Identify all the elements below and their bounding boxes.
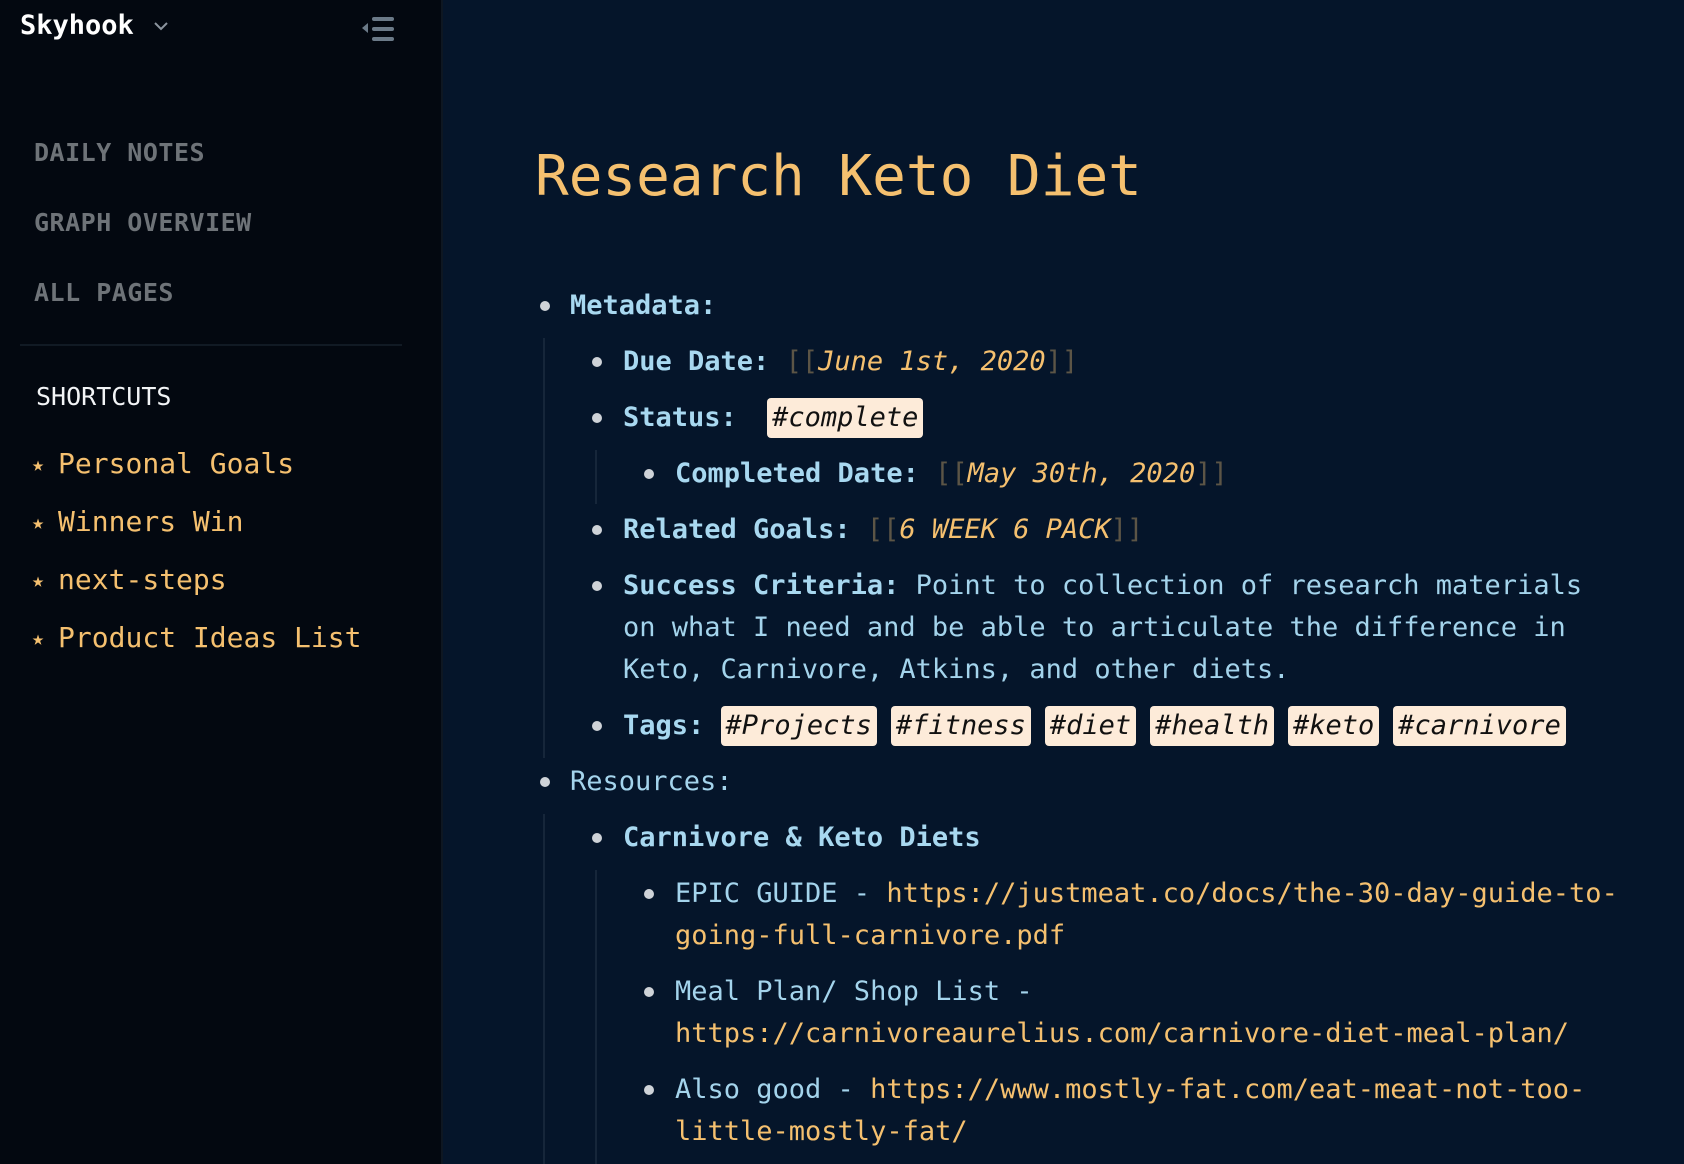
resource-text: EPIC GUIDE - bbox=[675, 878, 887, 909]
link-close-brackets: ]] bbox=[1045, 346, 1079, 377]
main-content: Research Keto Diet Metadata: Due Date: [… bbox=[443, 0, 1684, 1164]
bullet[interactable] bbox=[592, 357, 602, 367]
tag-fitness[interactable]: #fitness bbox=[890, 706, 1031, 746]
workspace-name: Skyhook bbox=[20, 10, 134, 41]
link-close-brackets: ]] bbox=[1110, 514, 1144, 545]
shortcuts-heading: SHORTCUTS bbox=[36, 382, 172, 411]
nav-daily-notes[interactable]: DAILY NOTES bbox=[34, 136, 252, 206]
nav-all-pages[interactable]: ALL PAGES bbox=[34, 276, 252, 346]
bullet[interactable] bbox=[592, 525, 602, 535]
shortcut-product-ideas-list[interactable]: ★ Product Ideas List bbox=[32, 618, 361, 676]
bullet[interactable] bbox=[644, 1085, 654, 1095]
link-open-brackets: [[ bbox=[866, 514, 900, 545]
block-label: Success Criteria: bbox=[623, 570, 900, 601]
tag-projects[interactable]: #Projects bbox=[720, 706, 877, 746]
block-also-good[interactable]: Also good - https://www.mostly-fat.com/e… bbox=[675, 1069, 1585, 1153]
page-link-related-goal[interactable]: 6 WEEK 6 PACK bbox=[899, 514, 1110, 545]
block-success-criteria[interactable]: Success Criteria: Point to collection of… bbox=[623, 565, 1582, 691]
bullet[interactable] bbox=[592, 721, 602, 731]
shortcut-label: Personal Goals bbox=[58, 447, 295, 480]
shortcut-label: Product Ideas List bbox=[58, 621, 362, 654]
resource-url[interactable]: little-mostly-fat/ bbox=[675, 1111, 1585, 1153]
bullet[interactable] bbox=[644, 889, 654, 899]
block-label: Metadata: bbox=[570, 290, 717, 321]
star-icon: ★ bbox=[32, 452, 45, 476]
sidebar-nav: DAILY NOTES GRAPH OVERVIEW ALL PAGES bbox=[34, 136, 252, 346]
bullet[interactable] bbox=[592, 413, 602, 423]
tag-complete[interactable]: #complete bbox=[767, 398, 924, 438]
block-epic-guide[interactable]: EPIC GUIDE - https://justmeat.co/docs/th… bbox=[675, 873, 1618, 957]
block-label: Status: bbox=[623, 402, 737, 433]
resource-url[interactable]: https://www.mostly-fat.com/eat-meat-not-… bbox=[870, 1074, 1585, 1105]
block-carnivore-keto-diets[interactable]: Carnivore & Keto Diets bbox=[623, 817, 981, 859]
chevron-down-icon bbox=[154, 21, 168, 30]
shortcuts-list: ★ Personal Goals ★ Winners Win ★ next-steps… bbox=[32, 444, 361, 676]
block-completed-date[interactable]: Completed Date: [[May 30th, 2020]] bbox=[675, 453, 1228, 495]
resource-url[interactable]: https://carnivoreaurelius.com/carnivore-… bbox=[675, 1013, 1569, 1055]
sidebar: Skyhook DAILY NOTES GRAPH OVERVIEW ALL P… bbox=[0, 0, 443, 1164]
shortcut-next-steps[interactable]: ★ next-steps bbox=[32, 560, 361, 618]
link-open-brackets: [[ bbox=[935, 458, 968, 489]
shortcut-personal-goals[interactable]: ★ Personal Goals bbox=[32, 444, 361, 502]
shortcut-label: next-steps bbox=[58, 563, 227, 596]
block-meal-plan[interactable]: Meal Plan/ Shop List - https://carnivore… bbox=[675, 971, 1569, 1055]
tag-health[interactable]: #health bbox=[1150, 706, 1274, 746]
bullet[interactable] bbox=[644, 469, 654, 479]
page-link-due-date[interactable]: June 1st, 2020 bbox=[818, 346, 1046, 377]
block-label: Due Date: bbox=[623, 346, 770, 377]
shortcut-winners-win[interactable]: ★ Winners Win bbox=[32, 502, 361, 560]
star-icon: ★ bbox=[32, 510, 45, 534]
page-title[interactable]: Research Keto Diet bbox=[535, 142, 1142, 212]
guide-line bbox=[595, 870, 597, 1164]
success-criteria-text: Keto, Carnivore, Atkins, and other diets… bbox=[623, 654, 1290, 685]
success-criteria-text: Point to collection of research material… bbox=[915, 570, 1583, 601]
workspace-switcher[interactable]: Skyhook bbox=[20, 10, 170, 41]
nav-graph-overview[interactable]: GRAPH OVERVIEW bbox=[34, 206, 252, 276]
block-tags[interactable]: Tags: #Projects #fitness #diet #health #keto… bbox=[623, 705, 1580, 747]
guide-line bbox=[543, 814, 545, 1164]
star-icon: ★ bbox=[32, 568, 45, 592]
block-label: Tags: bbox=[623, 710, 705, 741]
resource-url[interactable]: https://justmeat.co/docs/the-30-day-guid… bbox=[886, 878, 1618, 909]
block-label: Related Goals: bbox=[623, 514, 851, 545]
tag-diet[interactable]: #diet bbox=[1044, 706, 1137, 746]
link-close-brackets: ]] bbox=[1195, 458, 1228, 489]
page-link-completed-date[interactable]: May 30th, 2020 bbox=[968, 458, 1196, 489]
guide-line bbox=[543, 338, 545, 758]
block-status[interactable]: Status: #complete bbox=[623, 397, 937, 439]
resource-url[interactable]: going-full-carnivore.pdf bbox=[675, 915, 1618, 957]
bullet[interactable] bbox=[540, 301, 550, 311]
shortcut-label: Winners Win bbox=[58, 505, 244, 538]
tag-carnivore[interactable]: #carnivore bbox=[1393, 706, 1566, 746]
block-related-goals[interactable]: Related Goals: [[6 WEEK 6 PACK]] bbox=[623, 509, 1143, 551]
sidebar-divider bbox=[20, 344, 402, 346]
tag-keto[interactable]: #keto bbox=[1287, 706, 1380, 746]
resource-text: Meal Plan/ Shop List - bbox=[675, 976, 1033, 1007]
bullet[interactable] bbox=[592, 833, 602, 843]
guide-line bbox=[595, 450, 597, 504]
bullet[interactable] bbox=[644, 987, 654, 997]
star-icon: ★ bbox=[32, 626, 45, 650]
block-resources[interactable]: Resources: bbox=[570, 761, 733, 803]
block-label: Completed Date: bbox=[675, 458, 919, 489]
resource-text: Also good - bbox=[675, 1074, 871, 1105]
success-criteria-text: on what I need and be able to articulate… bbox=[623, 612, 1566, 643]
block-metadata[interactable]: Metadata: bbox=[570, 285, 716, 327]
block-due-date[interactable]: Due Date: [[June 1st, 2020]] bbox=[623, 341, 1078, 383]
collapse-sidebar-icon[interactable] bbox=[362, 14, 398, 44]
bullet[interactable] bbox=[592, 581, 602, 591]
link-open-brackets: [[ bbox=[785, 346, 819, 377]
bullet[interactable] bbox=[540, 777, 550, 787]
